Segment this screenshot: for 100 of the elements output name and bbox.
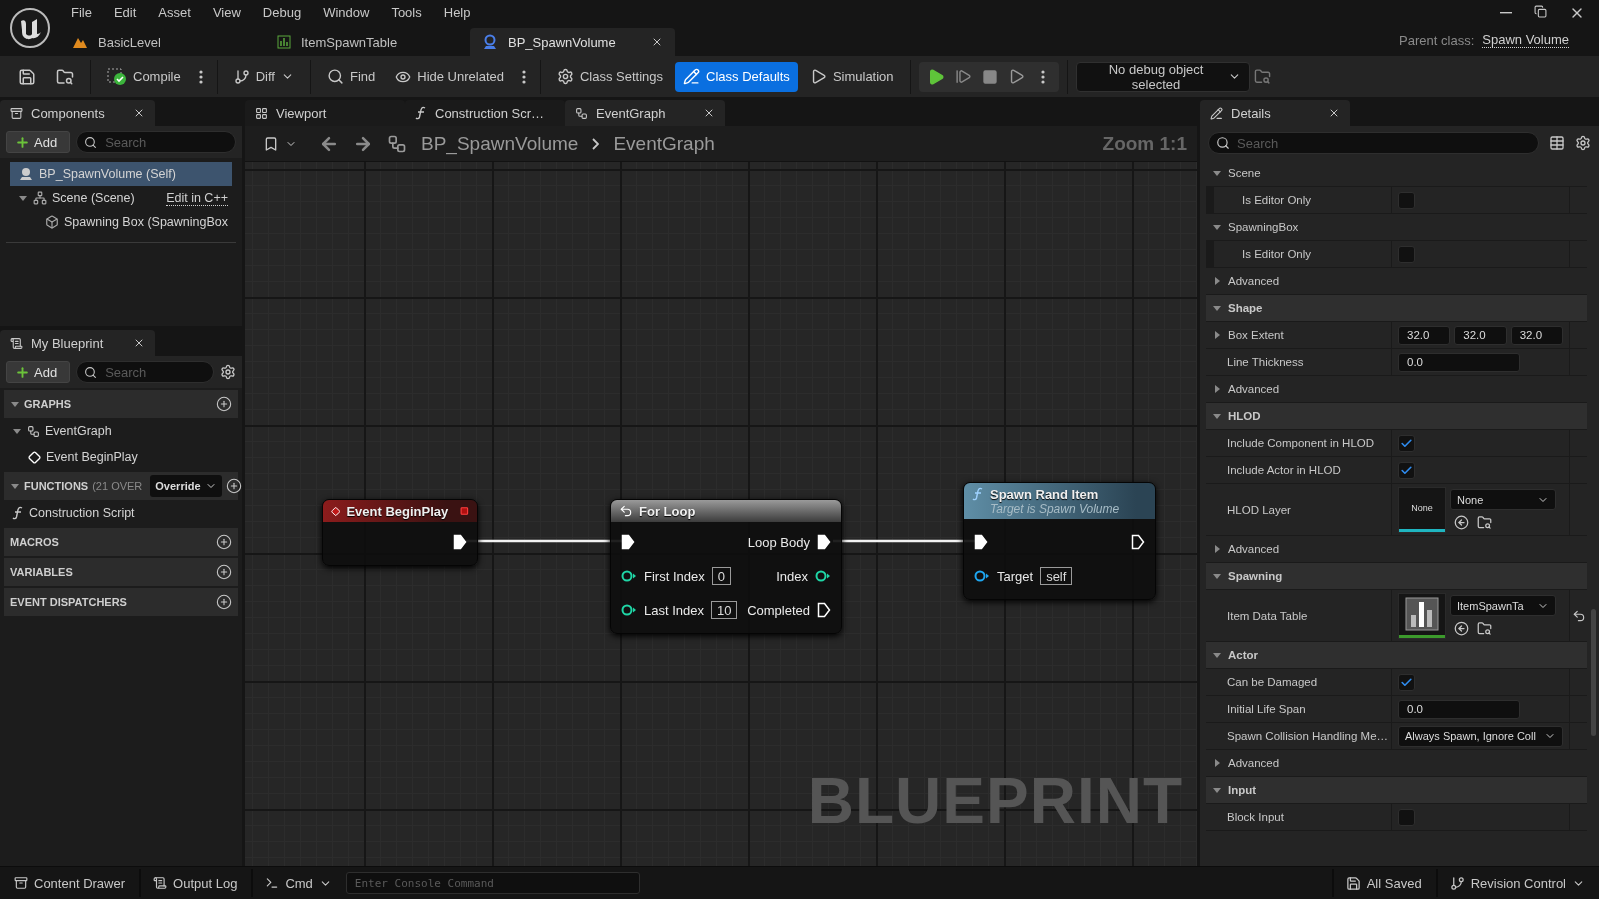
expand-arrow-icon[interactable] [1212, 758, 1222, 768]
menu-item[interactable]: File [60, 5, 103, 20]
document-tab[interactable]: ItemSpawnTable [265, 28, 470, 56]
section-header[interactable]: Input [1206, 777, 1587, 804]
graph-tab[interactable]: EventGraph [565, 100, 725, 126]
menu-item[interactable]: Edit [102, 5, 148, 20]
data-pin-icon[interactable] [974, 569, 990, 583]
search-field[interactable]: Search [76, 361, 214, 383]
graph-node[interactable]: Event BeginPlay [322, 499, 478, 566]
number-field[interactable]: 0.0 [1398, 699, 1520, 719]
logo-icon[interactable] [9, 7, 51, 49]
tree-item[interactable]: Spawning Box (SpawningBox [10, 210, 232, 234]
breadcrumb-item[interactable]: EventGraph [613, 132, 715, 155]
exec-pin-icon[interactable] [974, 534, 988, 550]
add-button[interactable]: Add [6, 361, 71, 383]
asset-thumbnail[interactable] [1398, 592, 1446, 639]
document-tab[interactable]: BasicLevel [60, 28, 265, 56]
expand-arrow-icon[interactable] [1212, 544, 1222, 554]
asset-dropdown[interactable]: None [1450, 489, 1556, 510]
search-field[interactable]: Search [76, 131, 236, 153]
section-header[interactable]: VARIABLES [4, 558, 238, 586]
panel-tab[interactable]: Details [1200, 100, 1350, 126]
graph-node[interactable]: Spawn Rand Item Target is Spawn Volume Target self [963, 482, 1156, 600]
class-defaults-button[interactable]: Class Defaults [675, 61, 798, 92]
minimize-icon[interactable] [1500, 11, 1512, 14]
menu-item[interactable]: Asset [147, 5, 202, 20]
pin-value-field[interactable]: self [1040, 567, 1073, 585]
compile-button[interactable]: Compile [99, 61, 189, 92]
expand-arrow-icon[interactable] [1212, 384, 1222, 394]
graph-tab[interactable]: Viewport [245, 100, 405, 126]
override-dropdown[interactable]: Override [150, 475, 222, 497]
checkbox[interactable] [1398, 191, 1415, 209]
search-field[interactable]: Search [1208, 132, 1539, 154]
number-field[interactable]: 32.0 [1454, 325, 1507, 345]
add-button[interactable]: Add [6, 131, 71, 153]
expand-arrow-icon[interactable] [1212, 411, 1222, 421]
console-input[interactable]: Enter Console Command [345, 872, 640, 894]
panel-tab[interactable]: Components [0, 100, 155, 126]
breadcrumb-item[interactable]: BP_SpawnVolume [421, 132, 579, 155]
number-field[interactable]: 32.0 [1510, 325, 1563, 345]
asset-thumbnail[interactable]: None [1398, 486, 1446, 533]
expand-arrow-icon[interactable] [1212, 222, 1222, 232]
exec-pin-icon[interactable] [1131, 534, 1145, 550]
cmd-dropdown[interactable]: Cmd [251, 869, 340, 897]
dropdown[interactable]: Always Spawn, Ignore Coll [1398, 725, 1563, 747]
simulation-button[interactable]: Simulation [801, 61, 902, 92]
exec-pin-icon[interactable] [453, 534, 467, 550]
checkbox[interactable] [1398, 808, 1415, 826]
checkbox[interactable] [1398, 673, 1415, 691]
section-header[interactable]: EVENT DISPATCHERS [4, 588, 238, 616]
exec-pin-icon[interactable] [621, 534, 635, 550]
tree-item[interactable]: Construction Script [4, 500, 238, 526]
hide-unrelated-button[interactable]: Hide Unrelated [387, 61, 512, 92]
pin-value-field[interactable]: 0 [711, 567, 731, 585]
class-settings-button[interactable]: Class Settings [548, 61, 672, 92]
checkbox[interactable] [1398, 245, 1415, 263]
expand-arrow-icon[interactable] [18, 193, 28, 203]
expand-arrow-icon[interactable] [1212, 168, 1222, 178]
tree-item[interactable]: Event BeginPlay [4, 444, 238, 470]
data-pin-icon[interactable] [621, 569, 637, 583]
pin-value-field[interactable]: 10 [711, 601, 738, 619]
revision-control-button[interactable]: Revision Control [1435, 869, 1593, 897]
section-header[interactable]: GRAPHS [4, 390, 238, 418]
expand-arrow-icon[interactable] [1212, 330, 1222, 340]
tree-item[interactable]: Scene (Scene) Edit in C++ [10, 186, 232, 210]
data-pin-icon[interactable] [815, 569, 831, 583]
asset-dropdown[interactable]: ItemSpawnTa [1450, 595, 1556, 616]
diff-button[interactable]: Diff [225, 61, 302, 92]
checkbox[interactable] [1398, 461, 1415, 479]
section-header[interactable]: Shape [1206, 295, 1587, 322]
expand-arrow-icon[interactable] [10, 481, 20, 491]
expand-arrow-icon[interactable] [1212, 650, 1222, 660]
save-status-button[interactable]: All Saved [1331, 869, 1430, 897]
tree-item[interactable]: EventGraph [4, 418, 238, 444]
menu-item[interactable]: Tools [380, 5, 433, 20]
menu-item[interactable]: Debug [251, 5, 313, 20]
content-drawer-button[interactable]: Content Drawer [6, 869, 134, 897]
panel-tab[interactable]: My Blueprint [0, 330, 155, 356]
number-field[interactable]: 0.0 [1398, 352, 1520, 372]
number-field[interactable]: 32.0 [1398, 325, 1451, 345]
section-header[interactable]: Spawning [1206, 563, 1587, 590]
section-header[interactable]: Actor [1206, 642, 1587, 669]
menu-item[interactable]: Help [432, 5, 482, 20]
expand-arrow-icon[interactable] [1212, 276, 1222, 286]
output-log-button[interactable]: Output Log [139, 869, 246, 897]
find-button[interactable]: Find [318, 61, 384, 92]
expand-arrow-icon[interactable] [10, 399, 20, 409]
exec-pin-icon[interactable] [817, 534, 831, 550]
more-icon[interactable] [521, 69, 526, 84]
expand-arrow-icon[interactable] [1212, 303, 1222, 313]
graph-canvas[interactable]: Event BeginPlay For Loop First Index 0 Last Index 10 Loop Body Index Completed Spawn Rand Item Target is Spawn Volume Target self BLUEPRINT [245, 162, 1197, 866]
data-pin-icon[interactable] [621, 603, 637, 617]
more-icon[interactable] [1040, 69, 1045, 84]
document-tab[interactable]: BP_SpawnVolume [470, 28, 675, 56]
graph-node[interactable]: For Loop First Index 0 Last Index 10 Loop Body Index Completed [610, 499, 842, 634]
more-icon[interactable] [198, 69, 203, 84]
debug-object-dropdown[interactable]: No debug object selected [1075, 61, 1250, 92]
tree-item[interactable]: BP_SpawnVolume (Self) [10, 162, 232, 186]
expand-arrow-icon[interactable] [12, 426, 22, 436]
parent-class-link[interactable]: Spawn Volume [1482, 32, 1569, 48]
